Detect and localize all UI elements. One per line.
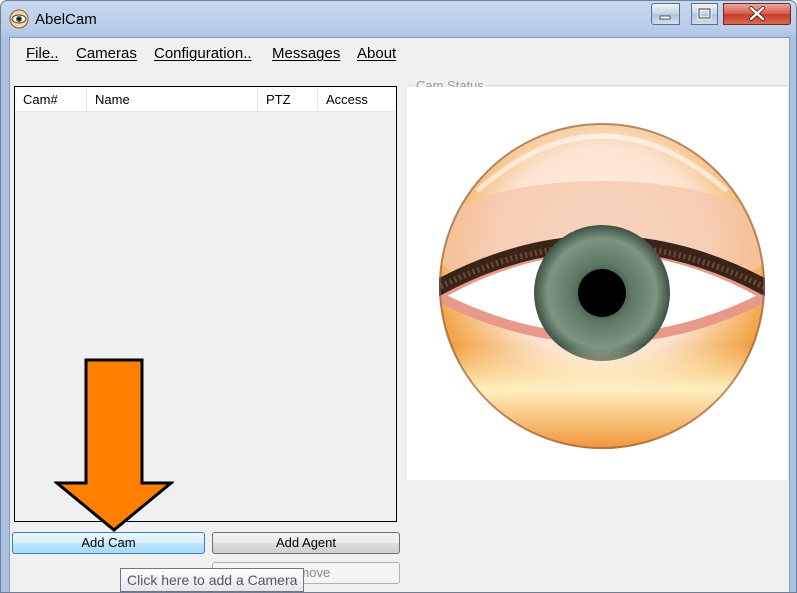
app-window: AbelCam File.. Cameras Configuration.. M… bbox=[0, 0, 797, 593]
cam-status-group: Cam Status bbox=[407, 78, 788, 480]
cam-status-view bbox=[407, 87, 787, 480]
add-agent-button[interactable]: Add Agent bbox=[212, 532, 400, 554]
menu-bar: File.. Cameras Configuration.. Messages … bbox=[10, 38, 789, 68]
eye-logo-image bbox=[439, 123, 765, 449]
tooltip: Click here to add a Camera bbox=[120, 568, 305, 592]
close-icon bbox=[749, 6, 765, 21]
menu-about[interactable]: About bbox=[357, 45, 396, 62]
eye-icon bbox=[9, 9, 29, 29]
menu-cameras[interactable]: Cameras bbox=[76, 45, 137, 62]
client-area: File.. Cameras Configuration.. Messages … bbox=[9, 37, 790, 592]
minimize-button[interactable] bbox=[651, 3, 680, 25]
window-title: AbelCam bbox=[35, 11, 97, 28]
add-cam-button[interactable]: Add Cam bbox=[12, 532, 205, 554]
arrow-down-icon bbox=[54, 358, 174, 532]
menu-configuration[interactable]: Configuration.. bbox=[154, 45, 252, 62]
camera-list-header: Cam# Name PTZ Access bbox=[15, 87, 396, 112]
menu-messages[interactable]: Messages bbox=[272, 45, 340, 62]
maximize-icon bbox=[697, 7, 712, 20]
column-header-access[interactable]: Access bbox=[318, 87, 396, 111]
title-bar[interactable]: AbelCam bbox=[1, 1, 796, 37]
maximize-button[interactable] bbox=[691, 3, 718, 25]
column-header-ptz[interactable]: PTZ bbox=[258, 87, 318, 111]
close-button[interactable] bbox=[723, 3, 791, 25]
column-header-name[interactable]: Name bbox=[87, 87, 258, 111]
column-header-cam-number[interactable]: Cam# bbox=[15, 87, 87, 111]
minimize-icon bbox=[659, 15, 671, 20]
menu-file[interactable]: File.. bbox=[26, 45, 59, 62]
